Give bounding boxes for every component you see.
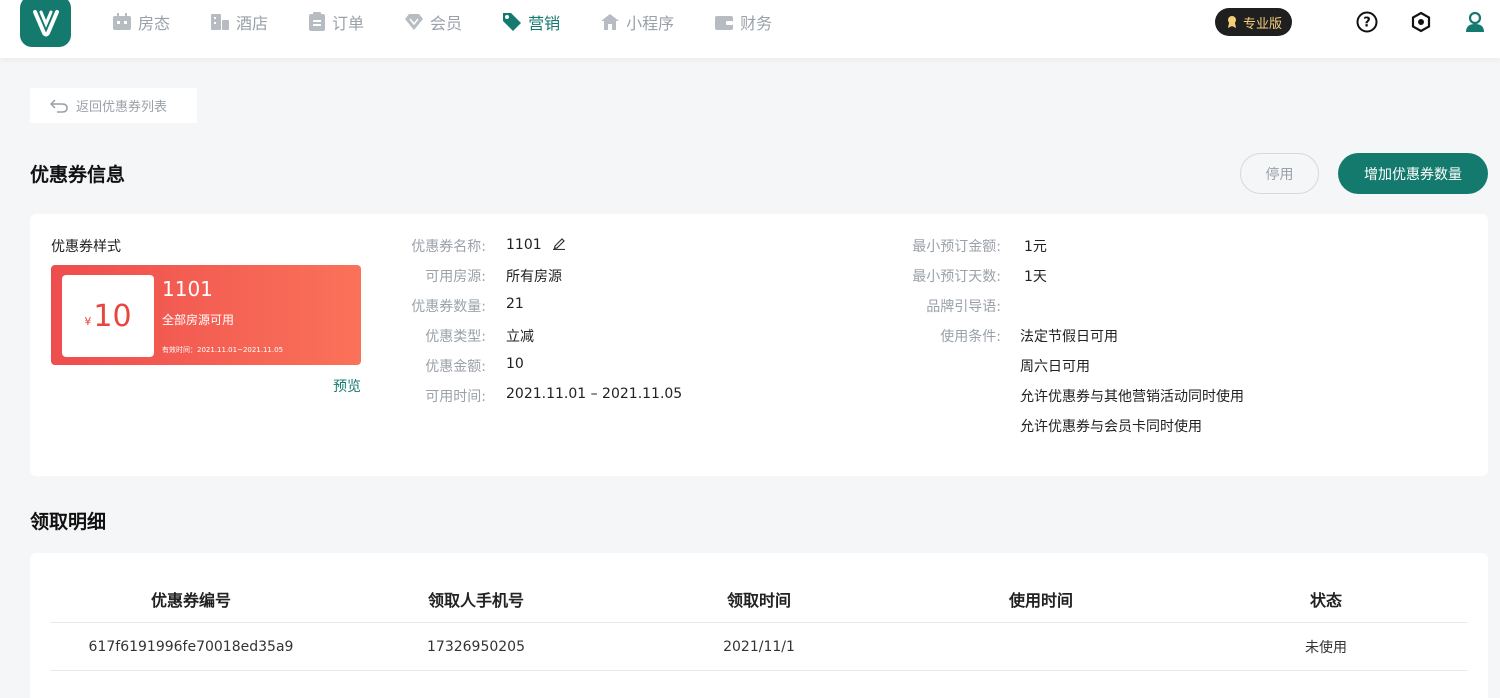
add-coupon-quantity-button[interactable]: 增加优惠券数量 xyxy=(1338,153,1488,194)
nav-label: 房态 xyxy=(138,14,171,33)
field-label-valid-time: 可用时间: xyxy=(425,389,486,405)
field-label-min-days: 最小预订天数: xyxy=(912,269,1001,285)
preview-link[interactable]: 预览 xyxy=(333,376,361,396)
claim-detail-card: 优惠券编号 领取人手机号 领取时间 使用时间 状态 617f6191996fe7… xyxy=(30,553,1488,698)
coupon-scope: 全部房源可用 xyxy=(162,313,235,327)
coupon-name-value: 1101 xyxy=(506,237,542,253)
nav-label: 财务 xyxy=(740,14,773,33)
column-header-status: 状态 xyxy=(1309,590,1342,610)
field-value-coupon-name: 1101 xyxy=(506,236,566,253)
nav-item-marketing[interactable]: 营销 xyxy=(502,10,560,34)
back-to-coupon-list-button[interactable]: 返回优惠券列表 xyxy=(30,88,197,123)
field-value-valid-time: 2021.11.01 – 2021.11.05 xyxy=(506,386,683,402)
field-value-discount-amount: 10 xyxy=(506,356,524,372)
nav-item-finance[interactable]: 财务 xyxy=(714,10,772,34)
medal-icon xyxy=(1227,16,1236,28)
cell-phone: 17326950205 xyxy=(427,638,525,655)
nav-label: 营销 xyxy=(528,14,561,33)
settings-icon[interactable] xyxy=(1410,11,1432,33)
field-label-min-amount: 最小预订金额: xyxy=(912,239,1001,255)
field-label-discount-amount: 优惠金额: xyxy=(425,359,486,375)
coupon-info-card: 优惠券样式 ¥ 10 1101 全部房源可用 有效时间：2021.11.01~2… xyxy=(30,214,1488,476)
cell-claim-time: 2021/11/1 xyxy=(723,638,795,655)
help-icon[interactable]: ? xyxy=(1356,11,1378,33)
field-label-usage-conditions: 使用条件: xyxy=(940,329,1001,345)
user-icon[interactable] xyxy=(1464,11,1486,33)
coupon-preview-card: ¥ 10 1101 全部房源可用 有效时间：2021.11.01~2021.11… xyxy=(51,265,361,365)
nav-label: 订单 xyxy=(332,14,365,33)
pro-badge-label: 专业版 xyxy=(1242,16,1282,32)
claim-detail-title: 领取明细 xyxy=(30,511,107,533)
field-value-discount-type: 立减 xyxy=(506,329,534,345)
field-value-min-amount: 1元 xyxy=(1024,239,1047,255)
field-value-quantity: 21 xyxy=(506,296,524,312)
building-icon xyxy=(211,14,230,30)
column-header-phone: 领取人手机号 xyxy=(427,590,524,610)
wallet-icon xyxy=(715,16,734,30)
diamond-icon xyxy=(405,14,424,30)
table-row: 617f6191996fe70018ed35a9 17326950205 202… xyxy=(50,623,1468,671)
column-header-coupon-id: 优惠券编号 xyxy=(150,590,231,610)
field-label-discount-type: 优惠类型: xyxy=(425,329,486,345)
usage-condition-item: 法定节假日可用 xyxy=(1020,329,1118,345)
top-nav: 房态 酒店 订单 会员 营销 小程序 财务 专业版 ? xyxy=(0,0,1500,58)
nav-label: 会员 xyxy=(430,14,463,33)
table-header-row: 优惠券编号 领取人手机号 领取时间 使用时间 状态 xyxy=(50,575,1468,623)
clipboard-icon xyxy=(309,12,326,31)
calendar-icon xyxy=(113,13,131,30)
header-actions: 专业版 ? xyxy=(1214,8,1486,36)
usage-condition-item: 允许优惠券与会员卡同时使用 xyxy=(1020,419,1202,435)
main-nav: 房态 酒店 订单 会员 营销 小程序 财务 xyxy=(112,0,812,44)
field-value-min-days: 1天 xyxy=(1024,269,1047,285)
tag-icon xyxy=(503,13,522,31)
coupon-name: 1101 xyxy=(162,277,213,301)
svg-text:?: ? xyxy=(1363,16,1371,31)
coupon-style-label: 优惠券样式 xyxy=(51,239,121,255)
column-header-use-time: 使用时间 xyxy=(1008,590,1073,610)
nav-item-room-status[interactable]: 房态 xyxy=(112,10,170,34)
column-header-claim-time: 领取时间 xyxy=(726,590,791,610)
coupon-amount: 10 xyxy=(93,298,132,334)
field-label-rooms: 可用房源: xyxy=(425,269,486,285)
back-arrow-icon xyxy=(50,98,68,113)
nav-label: 酒店 xyxy=(236,14,269,33)
cell-use-time xyxy=(898,623,1184,670)
home-icon xyxy=(601,14,620,30)
coupon-amount-box: ¥ 10 xyxy=(62,275,154,357)
nav-item-orders[interactable]: 订单 xyxy=(308,10,364,34)
cell-status: 未使用 xyxy=(1305,639,1347,656)
nav-item-members[interactable]: 会员 xyxy=(404,10,462,34)
app-logo[interactable] xyxy=(20,0,71,47)
coupon-validity: 有效时间：2021.11.01~2021.11.05 xyxy=(162,346,284,354)
logo-v-icon xyxy=(32,9,59,36)
cell-coupon-id: 617f6191996fe70018ed35a9 xyxy=(88,638,294,655)
field-label-quantity: 优惠券数量: xyxy=(411,299,486,315)
field-label-coupon-name: 优惠券名称: xyxy=(411,239,486,255)
usage-condition-item: 允许优惠券与其他营销活动同时使用 xyxy=(1020,389,1244,405)
nav-label: 小程序 xyxy=(626,14,675,33)
disable-button[interactable]: 停用 xyxy=(1240,153,1319,194)
nav-item-hotel[interactable]: 酒店 xyxy=(210,10,268,34)
field-label-brand-slogan: 品牌引导语: xyxy=(926,299,1001,315)
coupon-info-title: 优惠券信息 xyxy=(30,164,126,186)
usage-condition-item: 周六日可用 xyxy=(1020,359,1090,375)
edit-icon[interactable] xyxy=(552,236,566,251)
pro-edition-badge[interactable]: 专业版 xyxy=(1214,8,1292,36)
nav-item-mini-program[interactable]: 小程序 xyxy=(600,10,674,34)
field-value-rooms: 所有房源 xyxy=(506,269,562,285)
coupon-currency: ¥ xyxy=(84,314,92,328)
back-button-label: 返回优惠券列表 xyxy=(76,100,168,115)
